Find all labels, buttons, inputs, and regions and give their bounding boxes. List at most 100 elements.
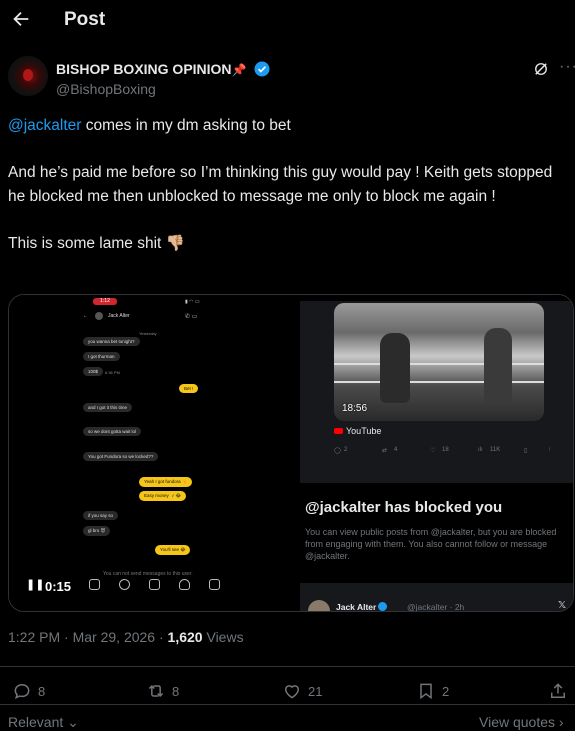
post-time[interactable]: 1:22 PM bbox=[8, 629, 60, 645]
dm-avatar bbox=[95, 312, 103, 320]
post-date[interactable]: Mar 29, 2026 bbox=[73, 629, 156, 645]
meta-separator: · bbox=[155, 629, 168, 645]
dm-message: Yeah I got fundora 👍 bbox=[139, 477, 193, 487]
author-handle[interactable]: @BishopBoxing bbox=[56, 81, 156, 97]
pin-emoji: 📌 bbox=[231, 63, 247, 77]
view-quotes-label: View quotes bbox=[479, 714, 556, 730]
blocked-title: @jackalter has blocked you bbox=[305, 499, 503, 516]
dm-back-icon: ← bbox=[83, 313, 88, 319]
bookmark-icon: ▯ bbox=[524, 448, 528, 454]
stat-count: 18 bbox=[442, 447, 449, 453]
dm-date-label: Yesterday bbox=[139, 331, 157, 336]
dm-message: gl bro 😈 bbox=[83, 526, 111, 536]
repost-icon: ⇄ bbox=[382, 448, 388, 454]
back-arrow-icon[interactable] bbox=[10, 8, 32, 30]
more-icon[interactable]: ··· bbox=[559, 58, 575, 76]
reply-icon: ◯ bbox=[334, 448, 341, 454]
dm-timestamp: 6:36 PM bbox=[105, 370, 120, 375]
dm-message: if you say so bbox=[83, 511, 119, 520]
phone-home-icon bbox=[89, 579, 100, 590]
sort-label: Relevant bbox=[8, 714, 64, 730]
youtube-brand: YouTube bbox=[346, 426, 382, 436]
phone-mail-icon bbox=[209, 579, 220, 590]
meta-separator: · bbox=[60, 629, 73, 645]
reply-icon bbox=[14, 683, 30, 700]
dm-screenshot: 1:12 ▮ ◠ ▭ ← Jack Alter ✆ ▭ Yesterday yo… bbox=[9, 295, 300, 611]
blocked-description: You can view public posts from @jackalte… bbox=[305, 527, 557, 561]
like-button[interactable]: 21 bbox=[282, 680, 322, 702]
repost-button[interactable]: 8 bbox=[146, 680, 179, 702]
youtube-icon bbox=[334, 428, 343, 434]
repost-count: 8 bbox=[172, 683, 180, 699]
share-button[interactable] bbox=[548, 680, 568, 702]
reply-count: 8 bbox=[38, 683, 46, 699]
dm-message: 100$ bbox=[83, 367, 104, 376]
verified-badge-icon bbox=[254, 61, 270, 77]
share-icon bbox=[551, 683, 565, 698]
post-meta: 1:22 PM · Mar 29, 2026 · 1,620 Views bbox=[8, 629, 244, 645]
x-logo-icon: 𝕏 bbox=[558, 600, 567, 611]
jack-name-text: Jack Alter bbox=[336, 602, 377, 612]
post-text: @jackalter comes in my dm asking to bet … bbox=[8, 114, 564, 256]
post-author: BISHOP BOXING OPINION📌 @BishopBoxing ··· bbox=[8, 56, 575, 100]
verified-badge-icon bbox=[378, 602, 388, 611]
mention-link[interactable]: @jackalter bbox=[8, 117, 81, 134]
views-icon: ılı bbox=[478, 447, 483, 453]
phone-status-icons: ▮ ◠ ▭ bbox=[185, 299, 200, 305]
grok-icon[interactable] bbox=[532, 60, 550, 78]
blocked-screenshot: 18:56 YouTube ◯ 2 ⇄ 4 ♡ 18 ılı 11K ▯ ↑ @… bbox=[300, 295, 573, 611]
video-time: 0:15 bbox=[45, 579, 72, 594]
tweet-paragraph-2: And he’s paid me before so I’m thinking … bbox=[8, 164, 553, 205]
phone-grok-icon bbox=[149, 579, 160, 590]
bookmark-button[interactable]: 2 bbox=[416, 680, 449, 702]
dm-message: I got thurman bbox=[83, 352, 120, 361]
view-quotes-link[interactable]: View quotes › bbox=[479, 714, 564, 730]
jack-handle: @jackalter · 2h bbox=[407, 602, 465, 612]
dm-message: You got Fundora so we locked?? bbox=[83, 452, 159, 461]
avatar[interactable] bbox=[8, 56, 48, 96]
action-bar: 8 8 21 2 bbox=[0, 680, 575, 704]
stat-count: 4 bbox=[394, 447, 398, 453]
blocked-card: @jackalter has blocked you You can view … bbox=[300, 483, 573, 583]
video-player[interactable]: 1:12 ▮ ◠ ▭ ← Jack Alter ✆ ▭ Yesterday yo… bbox=[8, 294, 574, 612]
share-icon: ↑ bbox=[548, 447, 551, 453]
reply-button[interactable]: 8 bbox=[12, 680, 45, 702]
dm-contact-name: Jack Alter bbox=[108, 313, 130, 319]
tweet-line-1-rest: comes in my dm asking to bet bbox=[81, 117, 291, 134]
stat-count: 11K bbox=[490, 447, 501, 453]
stat-count: 2 bbox=[344, 447, 348, 453]
tweet-line-1: @jackalter comes in my dm asking to bet bbox=[8, 114, 564, 138]
phone-time: 1:12 bbox=[93, 298, 117, 305]
like-icon: ♡ bbox=[430, 448, 436, 454]
like-count: 21 bbox=[308, 683, 323, 699]
phone-search-icon bbox=[119, 579, 130, 590]
pause-icon[interactable]: ❚❚ bbox=[26, 578, 44, 591]
author-name[interactable]: BISHOP BOXING OPINION📌 bbox=[56, 60, 271, 78]
repost-icon bbox=[148, 684, 164, 698]
views-label: Views bbox=[202, 629, 244, 645]
page-title: Post bbox=[64, 9, 106, 30]
tweet-paragraph-3: This is some lame shit 👎🏼 bbox=[8, 235, 185, 252]
views-count: 1,620 bbox=[167, 629, 203, 645]
dm-call-icons: ✆ ▭ bbox=[185, 314, 198, 320]
sort-dropdown[interactable]: Relevant ⌄ bbox=[8, 714, 79, 731]
dm-message: so we dont gotta wait lol bbox=[83, 427, 142, 436]
jack-name: Jack Alter bbox=[336, 602, 388, 612]
divider bbox=[0, 704, 575, 705]
jack-alter-row: Jack Alter @jackalter · 2h 𝕏 bbox=[300, 595, 573, 611]
youtube-label: YouTube bbox=[334, 426, 381, 436]
author-name-text: BISHOP BOXING OPINION bbox=[56, 61, 232, 77]
dm-message: You'll see 😂 bbox=[155, 545, 191, 555]
youtube-thumbnail: 18:56 bbox=[334, 303, 544, 421]
top-bar: Post bbox=[0, 0, 575, 42]
chevron-right-icon: › bbox=[555, 714, 564, 730]
youtube-duration: 18:56 bbox=[342, 403, 368, 414]
phone-bell-icon bbox=[179, 579, 190, 590]
chevron-down-icon: ⌄ bbox=[63, 714, 79, 730]
dm-message: Bet ! bbox=[179, 384, 199, 393]
like-icon bbox=[284, 685, 300, 699]
divider bbox=[0, 666, 575, 667]
dm-message: and I got it this time bbox=[83, 403, 133, 412]
bookmark-count: 2 bbox=[442, 683, 450, 699]
dm-message: you wanna bet tonight? bbox=[83, 337, 140, 346]
